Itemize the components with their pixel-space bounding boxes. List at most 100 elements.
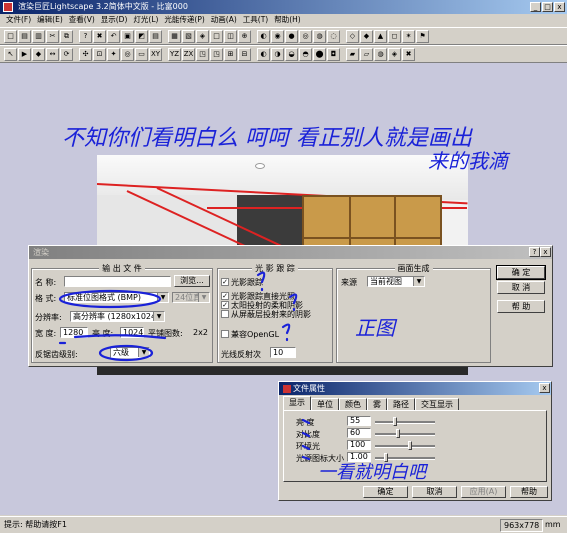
tool-button-icon[interactable]: ◍ [313,29,326,43]
tool-button-icon[interactable]: ◈ [196,29,209,43]
menu-item[interactable]: 帮助(H) [274,14,301,26]
tool-button-icon[interactable]: ▧ [182,29,195,43]
fp-row-slider-handle[interactable] [408,441,412,450]
menu-item[interactable]: 显示(D) [101,14,128,26]
tool-button-icon[interactable]: ▤ [18,29,31,43]
fp-row-slider-handle[interactable] [393,417,397,426]
tool-button-icon[interactable]: ? [79,29,92,43]
tool-button-icon[interactable]: ◆ [360,29,373,43]
direct-light-checkbox[interactable]: ✓ [221,292,229,300]
tool-button-icon[interactable]: ◈ [388,47,401,61]
fp-cancel-button[interactable]: 取消 [412,486,457,498]
tool-button-icon[interactable]: ◍ [374,47,387,61]
tool-button-icon[interactable]: ✖ [93,29,106,43]
tool-button-icon[interactable]: ◻ [388,29,401,43]
tool-button-icon[interactable]: □ [210,29,223,43]
tool-button-icon[interactable]: ⊕ [238,29,251,43]
tool-button-icon[interactable]: ▭ [135,47,148,61]
tool-button-icon[interactable]: ✖ [402,47,415,61]
tool-button-icon[interactable]: ↖ [4,47,17,61]
tool-button-icon[interactable]: ◌ [327,29,340,43]
antialias-select[interactable]: 六级 ▼ [110,347,150,358]
minimize-button[interactable]: _ [530,2,541,12]
tool-button-icon[interactable]: ▥ [32,29,45,43]
close-button[interactable]: x [554,2,565,12]
fp-row-slider[interactable] [375,421,435,424]
tool-button-icon[interactable]: ◐ [257,29,270,43]
tool-button-icon[interactable]: ▤ [149,29,162,43]
fp-row-input[interactable]: 60 [347,428,371,438]
maximize-button[interactable]: □ [542,2,553,12]
tool-button-icon[interactable]: ✶ [402,29,415,43]
tool-button-icon[interactable]: ⊡ [93,47,106,61]
name-input[interactable] [64,276,171,287]
dialog-close-button[interactable]: x [540,247,551,257]
depth-select[interactable]: 24位真 ▼ [172,292,210,303]
tool-button-icon[interactable]: ⊟ [238,47,251,61]
menu-item[interactable]: 文件(F) [6,14,31,26]
tool-button-icon[interactable]: ◇ [346,29,359,43]
tool-button-icon[interactable]: ◳ [210,47,223,61]
tool-button-icon[interactable]: ◎ [121,47,134,61]
tool-button-icon[interactable]: ◩ [135,29,148,43]
fp-ok-button[interactable]: 确定 [363,486,408,498]
tool-button-icon[interactable]: ⬤ [313,47,326,61]
menu-item[interactable]: 工具(T) [243,14,268,26]
sky-shadow-checkbox[interactable] [221,310,229,318]
tool-button-icon[interactable]: ◓ [299,47,312,61]
menu-item[interactable]: 灯光(L) [133,14,158,26]
tool-button-icon[interactable]: ↶ [107,29,120,43]
sun-shadow-checkbox[interactable]: ✓ [221,301,229,309]
tool-button-icon[interactable]: ◫ [224,29,237,43]
tool-button-icon[interactable]: ✂ [46,29,59,43]
height-input[interactable]: 1024 [120,327,144,338]
menu-item[interactable]: 编辑(E) [37,14,63,26]
tool-button-icon[interactable]: ▦ [168,29,181,43]
tab-0[interactable]: 显示 [283,396,311,411]
fp-row-slider[interactable] [375,445,435,448]
tool-button-icon[interactable]: □ [4,29,17,43]
tool-button-icon[interactable]: ✦ [107,47,120,61]
fp-row-slider-handle[interactable] [396,429,400,438]
format-select[interactable]: 标准位图格式 (BMP) ▼ [64,292,169,303]
fp-apply-button[interactable]: 应用(A) [461,486,506,498]
tool-button-icon[interactable]: ▱ [360,47,373,61]
menu-item[interactable]: 动画(A) [211,14,237,26]
tool-button-icon[interactable]: ◆ [32,47,45,61]
tool-button-icon[interactable]: ◘ [327,47,340,61]
fp-row-input[interactable]: 100 [347,440,371,450]
fp-help-button[interactable]: 帮助 [510,486,548,498]
tool-button-icon[interactable]: ▲ [374,29,387,43]
source-select[interactable]: 当前视图 ▼ [367,276,425,287]
help-button[interactable]: ? [529,247,540,257]
tool-button-icon[interactable]: ◐ [257,47,270,61]
tool-button-icon[interactable]: ⊞ [224,47,237,61]
fp-row-slider[interactable] [375,433,435,436]
width-input[interactable]: 1280 [60,327,88,338]
tool-button-icon[interactable]: ◒ [285,47,298,61]
fp-row-input[interactable]: 55 [347,416,371,426]
tool-button-icon[interactable]: ZX [182,47,195,61]
opengl-checkbox[interactable] [221,330,229,338]
ok-button[interactable]: 确 定 [496,265,546,280]
tool-button-icon[interactable]: ⟳ [60,47,73,61]
help-dialog-button[interactable]: 帮 助 [497,300,545,313]
cancel-button[interactable]: 取 消 [497,281,545,294]
tool-button-icon[interactable]: ◎ [299,29,312,43]
file-properties-close-button[interactable]: x [539,383,550,393]
tool-button-icon[interactable]: ▣ [121,29,134,43]
tool-button-icon[interactable]: ↔ [46,47,59,61]
tool-button-icon[interactable]: ◉ [271,29,284,43]
tool-button-icon[interactable]: ⧉ [60,29,73,43]
reflect-input[interactable]: 10 [270,347,296,358]
tool-button-icon[interactable]: ✣ [79,47,92,61]
tool-button-icon[interactable]: ◑ [271,47,284,61]
menu-item[interactable]: 光能传递(P) [164,14,204,26]
raytrace-checkbox[interactable]: ✓ [221,278,229,286]
tool-button-icon[interactable]: ⚑ [416,29,429,43]
tool-button-icon[interactable]: ▰ [346,47,359,61]
tool-button-icon[interactable]: ◳ [196,47,209,61]
menu-item[interactable]: 查看(V) [69,14,95,26]
tool-button-icon[interactable]: ● [285,29,298,43]
tool-button-icon[interactable]: XY [149,47,162,61]
